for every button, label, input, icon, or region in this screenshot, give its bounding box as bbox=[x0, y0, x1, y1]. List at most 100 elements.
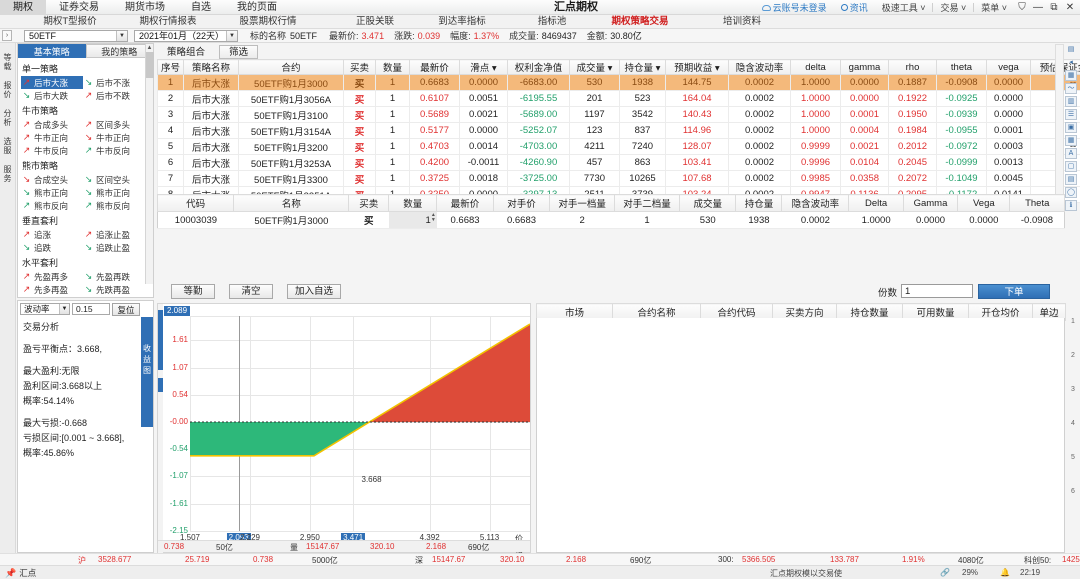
detail-cell-qty[interactable]: 1▲▼ bbox=[389, 212, 437, 229]
vrail-group-3[interactable]: 选 服 bbox=[0, 137, 15, 155]
scrollbar-thumb[interactable] bbox=[146, 52, 154, 78]
top-tab-0[interactable]: 期权 bbox=[0, 0, 46, 15]
col-header-15[interactable]: theta bbox=[937, 60, 987, 75]
table-row[interactable]: 7后市大涨50ETF购1月3300买10.37250.0018-3725.007… bbox=[158, 171, 1080, 187]
titlebar-action-1[interactable]: 资讯 bbox=[834, 0, 875, 15]
menu-item-0[interactable]: 期权T型报价 bbox=[35, 15, 105, 29]
strategy-item-1-5[interactable]: ↗牛市反向 bbox=[83, 144, 145, 157]
strategy-item-1-2[interactable]: ↗牛市正向 bbox=[21, 131, 83, 144]
titlebar-action-2[interactable]: 极速工具 ˅ bbox=[875, 0, 933, 15]
info-icon[interactable]: ℹ bbox=[1065, 200, 1077, 211]
volatility-select[interactable]: 波动率 ▼ bbox=[20, 303, 70, 315]
shield-icon[interactable]: ⛉ bbox=[1014, 2, 1030, 13]
col-header-3[interactable]: 买卖 bbox=[344, 60, 376, 75]
strategy-tab-0[interactable]: 基本策略 bbox=[18, 44, 86, 58]
strategy-item-2-3[interactable]: ↘熊市正向 bbox=[83, 186, 145, 199]
top-tab-3[interactable]: 自选 bbox=[178, 0, 224, 15]
titlebar-action-3[interactable]: 交易 ˅ bbox=[933, 0, 973, 15]
clear-button[interactable]: 清空 bbox=[229, 284, 273, 299]
strategy-item-2-2[interactable]: ↘熊市正向 bbox=[21, 186, 83, 199]
table-row[interactable]: 5后市大涨50ETF购1月3200买10.47030.0014-4703.004… bbox=[158, 139, 1080, 155]
expiry-month-select[interactable]: 2021年01月（22天） ▼ bbox=[134, 30, 238, 42]
col-header-7[interactable]: 权利金净值 bbox=[508, 60, 570, 75]
back-arrow-icon[interactable]: ◂ bbox=[1065, 57, 1077, 68]
table-icon[interactable]: ▣ bbox=[1065, 122, 1077, 133]
strategy-item-4-1[interactable]: ↘先盈再跌 bbox=[83, 270, 145, 283]
col-header-13[interactable]: gamma bbox=[841, 60, 889, 75]
close-button[interactable]: ✕ bbox=[1062, 2, 1078, 13]
col-header-9[interactable]: 持仓量 ▾ bbox=[620, 60, 666, 75]
strategy-item-2-5[interactable]: ↗熊市反向 bbox=[83, 199, 145, 212]
payoff-chart-side-tab[interactable]: 收益图 bbox=[141, 317, 153, 427]
col-header-1[interactable]: 策略名称 bbox=[184, 60, 239, 75]
top-tab-2[interactable]: 期货市场 bbox=[112, 0, 178, 15]
strategy-item-2-4[interactable]: ↗熊市反向 bbox=[21, 199, 83, 212]
vrail-group-4[interactable]: 服 务 bbox=[0, 165, 15, 183]
titlebar-action-4[interactable]: 菜单 ˅ bbox=[974, 0, 1014, 15]
list-icon[interactable]: ☰ bbox=[1065, 109, 1077, 120]
strategy-item-1-1[interactable]: ↗区间多头 bbox=[83, 118, 145, 131]
detail-row[interactable]: 1000303950ETF购1月3000买1▲▼0.66830.66832153… bbox=[158, 212, 1065, 229]
tab-strategy-combo[interactable]: 策略组合 bbox=[157, 45, 215, 59]
bell-icon[interactable]: 🔔 bbox=[1000, 568, 1010, 577]
menu-item-4[interactable]: 到达率指标 bbox=[427, 15, 497, 29]
strategy-item-2-0[interactable]: ↘合成空头 bbox=[21, 173, 83, 186]
vrail-group-1[interactable]: 报 价 bbox=[0, 81, 15, 99]
table-row[interactable]: 1后市大涨50ETF购1月3000买10.66830.0000-6683.005… bbox=[158, 75, 1080, 91]
taskbar-app-entry[interactable]: 📌 汇点 bbox=[5, 567, 36, 579]
strategy-item-0-0[interactable]: ↗后市大涨 bbox=[21, 76, 83, 89]
strategy-item-4-0[interactable]: ↗先盈再多 bbox=[21, 270, 83, 283]
strategy-item-1-4[interactable]: ↗牛市反向 bbox=[21, 144, 83, 157]
table-row[interactable]: 4后市大涨50ETF购1月3154A买10.51770.0000-5252.07… bbox=[158, 123, 1080, 139]
vrail-group-2[interactable]: 分 析 bbox=[0, 109, 15, 127]
menu-item-3[interactable]: 正股关联 bbox=[340, 15, 410, 29]
minimize-button[interactable]: — bbox=[1030, 2, 1046, 13]
strategy-list-scrollbar[interactable]: ▲ bbox=[145, 44, 153, 284]
font-icon[interactable]: A bbox=[1065, 148, 1077, 159]
menu-item-1[interactable]: 期权行情报表 bbox=[133, 15, 203, 29]
top-tab-1[interactable]: 证券交易 bbox=[46, 0, 112, 15]
table-row[interactable]: 2后市大涨50ETF购1月3056A买10.61070.0051-6195.55… bbox=[158, 91, 1080, 107]
bar-chart-icon[interactable]: ▥ bbox=[1065, 96, 1077, 107]
underlying-select[interactable]: 50ETF ▼ bbox=[24, 30, 128, 42]
add-to-watchlist-button[interactable]: 加入自选 bbox=[287, 284, 341, 299]
collapse-arrow-button[interactable]: › bbox=[2, 30, 12, 41]
top-tab-4[interactable]: 我的页面 bbox=[224, 0, 290, 15]
strategy-item-0-1[interactable]: ↘后市不涨 bbox=[83, 76, 145, 89]
volatility-input[interactable]: 0.15 bbox=[72, 303, 110, 315]
menu-item-2[interactable]: 股票期权行情 bbox=[233, 15, 303, 29]
restore-button[interactable]: ⧉ bbox=[1046, 2, 1062, 13]
tab-filter[interactable]: 筛选 bbox=[219, 45, 258, 59]
col-header-11[interactable]: 隐含波动率 bbox=[729, 60, 791, 75]
col-header-16[interactable]: vega bbox=[987, 60, 1031, 75]
strategy-item-1-0[interactable]: ↗合成多头 bbox=[21, 118, 83, 131]
strategy-item-3-2[interactable]: ↘追跌 bbox=[21, 241, 83, 254]
strategy-item-0-3[interactable]: ↗后市不跌 bbox=[83, 89, 145, 102]
menu-item-6[interactable]: 期权策略交易 bbox=[605, 15, 675, 29]
reset-button[interactable]: 复位 bbox=[112, 303, 140, 316]
col-header-2[interactable]: 合约 bbox=[239, 60, 344, 75]
strategy-tab-1[interactable]: 我的策略 bbox=[86, 44, 154, 58]
col-header-4[interactable]: 数量 bbox=[376, 60, 410, 75]
book-icon[interactable]: ▤ bbox=[1065, 174, 1077, 185]
col-header-0[interactable]: 序号 bbox=[158, 60, 184, 75]
taskbar-network-icon[interactable]: 🔗 bbox=[940, 568, 950, 577]
titlebar-action-0[interactable]: 云账号未登录 bbox=[755, 0, 834, 15]
circle-icon[interactable]: ◯ bbox=[1065, 187, 1077, 198]
strategy-item-3-0[interactable]: ↗追涨 bbox=[21, 228, 83, 241]
strategy-item-4-2[interactable]: ↗先多再盈 bbox=[21, 283, 83, 296]
col-header-14[interactable]: rho bbox=[889, 60, 937, 75]
place-order-button[interactable]: 下单 bbox=[978, 284, 1050, 299]
lot-count-input[interactable]: 1 bbox=[901, 284, 973, 298]
col-header-12[interactable]: delta bbox=[791, 60, 841, 75]
strategy-item-2-1[interactable]: ↘区间空头 bbox=[83, 173, 145, 186]
menu-item-5[interactable]: 指标池 bbox=[517, 15, 587, 29]
menu-item-7[interactable]: 培训资料 bbox=[707, 15, 777, 29]
strategy-item-4-3[interactable]: ↘先跌再盈 bbox=[83, 283, 145, 296]
strategy-item-3-1[interactable]: ↗追涨止盈 bbox=[83, 228, 145, 241]
calendar-icon[interactable]: ▦ bbox=[1065, 135, 1077, 146]
col-header-6[interactable]: 滑点 ▾ bbox=[460, 60, 508, 75]
scroll-up-icon[interactable]: ▲ bbox=[146, 44, 153, 52]
move-button[interactable]: 等勤 bbox=[171, 284, 215, 299]
table-row[interactable]: 3后市大涨50ETF购1月3100买10.56890.0021-5689.001… bbox=[158, 107, 1080, 123]
